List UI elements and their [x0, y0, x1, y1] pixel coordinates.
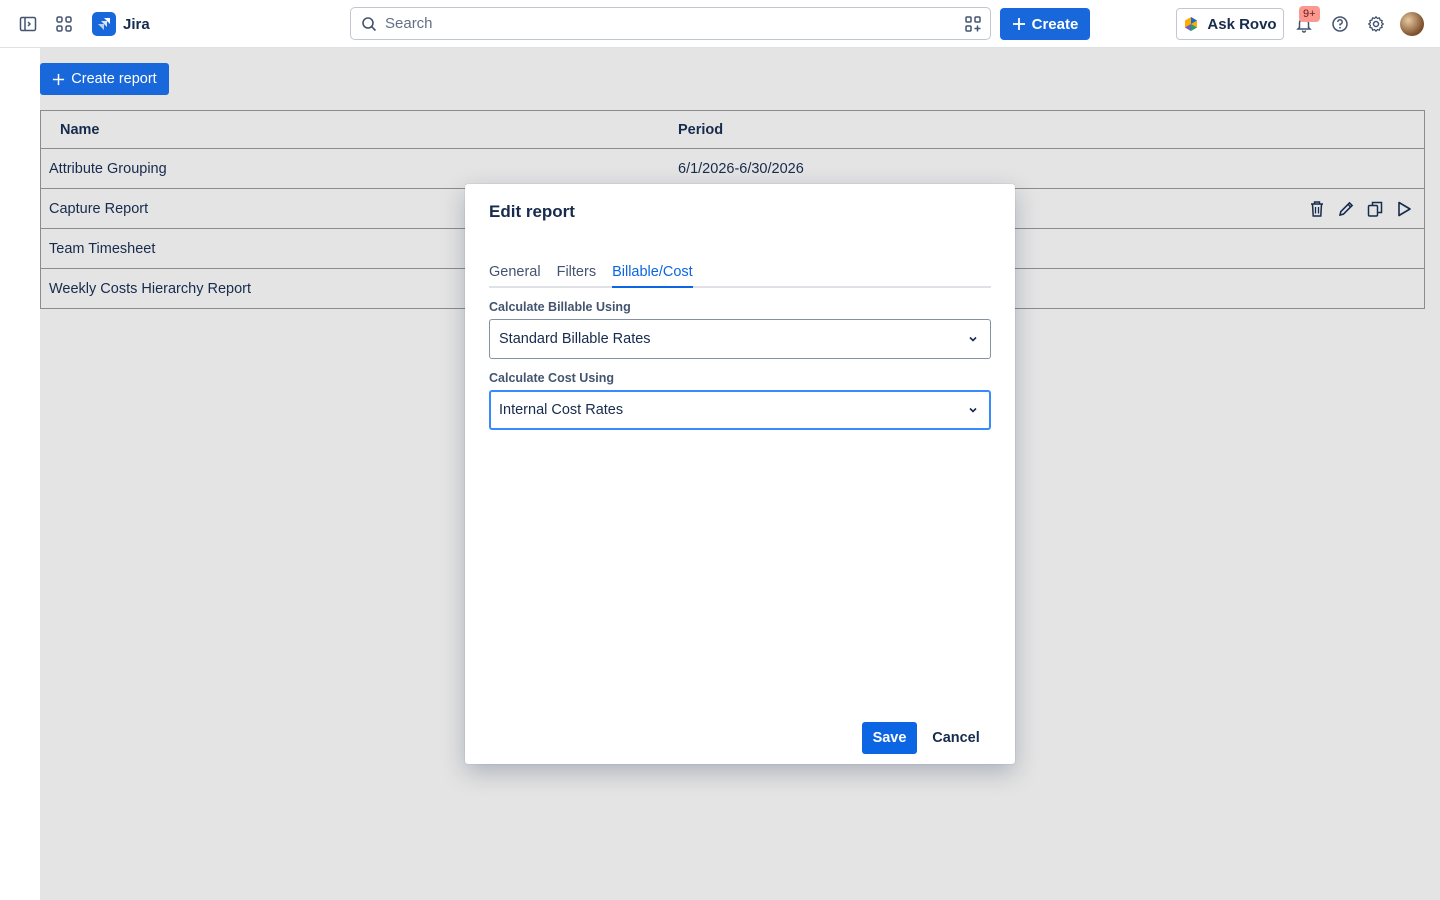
- gear-icon[interactable]: [1362, 10, 1390, 38]
- create-report-label: Create report: [71, 71, 157, 87]
- report-name: Attribute Grouping: [49, 160, 167, 177]
- help-icon[interactable]: [1326, 10, 1354, 38]
- save-button[interactable]: Save: [862, 722, 917, 754]
- jira-logo[interactable]: Jira: [92, 12, 150, 36]
- tab-billable-cost[interactable]: Billable/Cost: [612, 264, 693, 288]
- create-button[interactable]: Create: [1000, 8, 1090, 40]
- cost-select-value: Internal Cost Rates: [499, 402, 624, 418]
- plus-icon: [1012, 18, 1025, 30]
- avatar[interactable]: [1400, 12, 1424, 36]
- rovo-icon: [1185, 17, 1198, 31]
- report-name: Weekly Costs Hierarchy Report: [49, 280, 251, 297]
- edit-report-dialog: Edit report General Filters Billable/Cos…: [465, 184, 1015, 764]
- top-navigation: Jira Create Ask Rovo 9+: [0, 0, 1440, 48]
- billable-field-label: Calculate Billable Using: [489, 300, 631, 314]
- copy-icon[interactable]: [1365, 199, 1385, 219]
- table-header-row: Name Period: [41, 111, 1424, 148]
- plus-icon: [53, 73, 65, 85]
- create-report-button[interactable]: Create report: [40, 63, 169, 95]
- report-name: Capture Report: [49, 200, 149, 217]
- tab-general[interactable]: General: [489, 264, 541, 288]
- column-header-period: Period: [678, 121, 724, 138]
- play-icon[interactable]: [1394, 199, 1414, 219]
- ask-rovo-button[interactable]: Ask Rovo: [1176, 8, 1284, 40]
- sidebar-toggle-icon[interactable]: [14, 10, 42, 38]
- left-gutter: [0, 48, 40, 900]
- tab-filters[interactable]: Filters: [557, 264, 596, 288]
- billable-select-value: Standard Billable Rates: [499, 331, 651, 347]
- trash-icon[interactable]: [1307, 199, 1327, 219]
- search-bar[interactable]: [350, 7, 991, 40]
- search-input[interactable]: [385, 15, 945, 32]
- cancel-button[interactable]: Cancel: [927, 722, 985, 754]
- search-icon: [362, 16, 377, 31]
- report-period: 6/1/2026-6/30/2026: [678, 160, 804, 177]
- create-button-label: Create: [1031, 15, 1079, 33]
- notifications-badge: 9+: [1299, 6, 1320, 22]
- dialog-tabs: General Filters Billable/Cost: [489, 264, 991, 288]
- app-name: Jira: [123, 15, 150, 33]
- jira-logo-icon: [92, 12, 116, 36]
- chevron-down-icon: [969, 407, 977, 413]
- column-header-name: Name: [60, 121, 100, 138]
- chevron-down-icon: [969, 336, 977, 342]
- dialog-title: Edit report: [489, 202, 575, 221]
- billable-select[interactable]: Standard Billable Rates: [489, 319, 991, 359]
- cost-select[interactable]: Internal Cost Rates: [489, 390, 991, 430]
- row-actions: [1307, 199, 1414, 219]
- ask-rovo-label: Ask Rovo: [1207, 15, 1277, 33]
- table-row[interactable]: Attribute Grouping 6/1/2026-6/30/2026: [41, 148, 1424, 188]
- cost-field-label: Calculate Cost Using: [489, 371, 615, 385]
- app-switcher-icon[interactable]: [50, 10, 78, 38]
- search-filter-icon[interactable]: [964, 15, 982, 38]
- pencil-icon[interactable]: [1336, 199, 1356, 219]
- report-name: Team Timesheet: [49, 240, 156, 257]
